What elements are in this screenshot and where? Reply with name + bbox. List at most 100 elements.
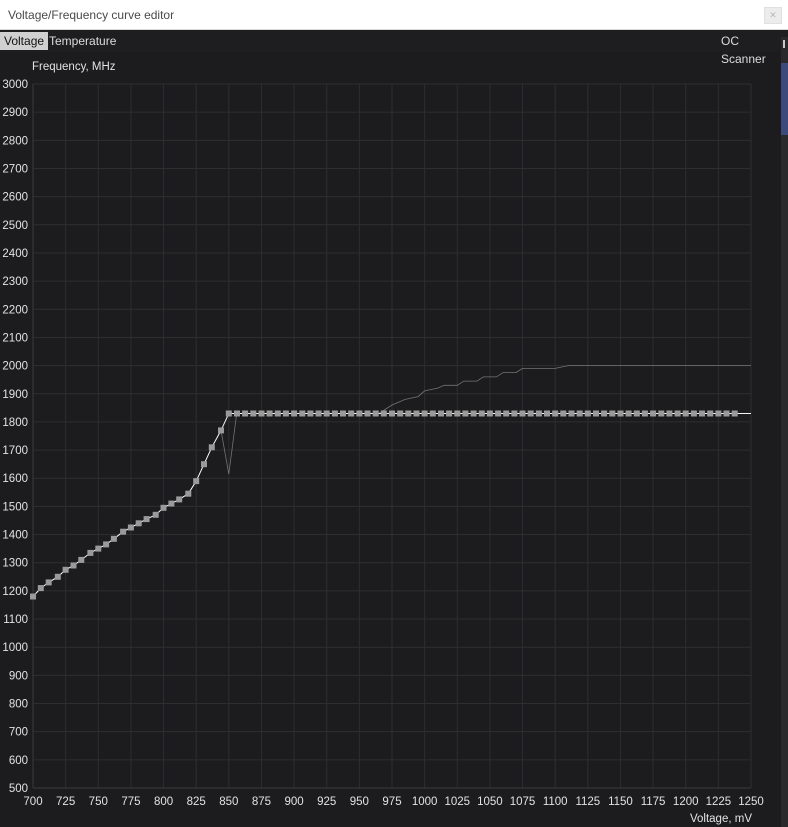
curve-point-handle[interactable] — [511, 410, 518, 417]
curve-point-handle[interactable] — [486, 410, 493, 417]
curve-point-handle[interactable] — [291, 410, 298, 417]
curve-point-handle[interactable] — [682, 410, 689, 417]
curve-point-handle[interactable] — [429, 410, 436, 417]
curve-point-handle[interactable] — [470, 410, 477, 417]
curve-point-handle[interactable] — [690, 410, 697, 417]
curve-point-handle[interactable] — [307, 410, 314, 417]
curve-point-handle[interactable] — [110, 535, 117, 542]
curve-point-handle[interactable] — [87, 549, 94, 556]
x-tick-label: 1225 — [706, 796, 732, 808]
curve-point-handle[interactable] — [315, 410, 322, 417]
curve-point-handle[interactable] — [372, 410, 379, 417]
curve-point-handle[interactable] — [234, 410, 240, 417]
scroll-marker-icon — [783, 40, 785, 48]
curve-point-handle[interactable] — [266, 410, 273, 417]
curve-point-handle[interactable] — [413, 410, 420, 417]
curve-point-handle[interactable] — [601, 410, 608, 417]
curve-point-handle[interactable] — [274, 410, 281, 417]
curve-point-handle[interactable] — [225, 410, 232, 417]
curve-point-handle[interactable] — [364, 410, 371, 417]
curve-point-handle[interactable] — [389, 410, 395, 417]
curve-point-handle[interactable] — [299, 410, 306, 417]
curve-point-handle[interactable] — [143, 516, 150, 523]
oc-scanner-button[interactable]: OC Scanner — [717, 32, 788, 66]
curve-point-handle[interactable] — [544, 410, 550, 417]
curve-point-handle[interactable] — [168, 500, 175, 507]
curve-point-handle[interactable] — [609, 410, 616, 417]
curve-point-handle[interactable] — [584, 410, 591, 417]
curve-point-handle[interactable] — [633, 410, 640, 417]
curve-point-handle[interactable] — [78, 556, 85, 563]
curve-point-handle[interactable] — [185, 490, 192, 497]
curve-point-handle[interactable] — [405, 410, 412, 417]
curve-point-handle[interactable] — [699, 410, 705, 417]
curve-point-handle[interactable] — [438, 410, 444, 417]
curve-point-handle[interactable] — [331, 410, 338, 417]
curve-point-handle[interactable] — [152, 511, 159, 518]
curve-point-handle[interactable] — [446, 410, 453, 417]
curve-point-handle[interactable] — [650, 410, 657, 417]
curve-point-handle[interactable] — [208, 444, 215, 451]
vf-curve-chart[interactable]: Frequency, MHz Voltage, mV 500 600 700 800 9… — [0, 52, 780, 827]
curve-point-handle[interactable] — [568, 410, 575, 417]
curve-point-handle[interactable] — [201, 461, 207, 468]
curve-point-handle[interactable] — [340, 410, 346, 417]
curve-point-handle[interactable] — [45, 579, 52, 586]
curve-point-handle[interactable] — [462, 410, 469, 417]
curve-point-handle[interactable] — [258, 410, 265, 417]
curve-point-handle[interactable] — [37, 585, 44, 592]
curve-point-handle[interactable] — [95, 545, 102, 552]
curve-point-handle[interactable] — [380, 410, 387, 417]
curve-point-handle[interactable] — [160, 504, 167, 511]
curve-point-handle[interactable] — [625, 410, 632, 417]
curve-point-handle[interactable] — [519, 410, 526, 417]
curve-point-handle[interactable] — [218, 427, 224, 434]
curve-point-handle[interactable] — [421, 410, 428, 417]
curve-point-handle[interactable] — [576, 410, 583, 417]
curve-point-handle[interactable] — [103, 541, 110, 548]
curve-point-handle[interactable] — [454, 410, 461, 417]
curve-point-handle[interactable] — [666, 410, 673, 417]
tab-temperature[interactable]: Temperature — [45, 32, 120, 50]
curve-point-handle[interactable] — [70, 562, 77, 569]
curve-point-handle[interactable] — [193, 478, 200, 485]
curve-point-handle[interactable] — [707, 410, 714, 417]
curve-point-handle[interactable] — [560, 410, 567, 417]
curve-points[interactable] — [30, 410, 738, 600]
curve-point-handle[interactable] — [527, 410, 534, 417]
x-tick-label: 950 — [350, 796, 369, 808]
curve-point-handle[interactable] — [62, 566, 69, 573]
curve-point-handle[interactable] — [250, 410, 257, 417]
tab-voltage[interactable]: Voltage — [0, 32, 49, 50]
curve-point-handle[interactable] — [641, 410, 648, 417]
curve-point-handle[interactable] — [176, 496, 183, 503]
curve-point-handle[interactable] — [593, 410, 599, 417]
x-tick-label: 700 — [23, 796, 42, 808]
curve-point-handle[interactable] — [348, 410, 355, 417]
curve-point-handle[interactable] — [503, 410, 510, 417]
curve-point-handle[interactable] — [356, 410, 363, 417]
curve-point-handle[interactable] — [135, 520, 142, 527]
curve-point-handle[interactable] — [127, 524, 134, 531]
curve-point-handle[interactable] — [282, 410, 289, 417]
curve-point-handle[interactable] — [552, 410, 559, 417]
curve-point-handle[interactable] — [535, 410, 542, 417]
curve-point-handle[interactable] — [674, 410, 681, 417]
curve-point-handle[interactable] — [478, 410, 485, 417]
curve-point-handle[interactable] — [731, 410, 738, 417]
tab-bar: Voltage Temperature OC Scanner — [0, 30, 788, 66]
curve-point-handle[interactable] — [242, 410, 249, 417]
curve-point-handle[interactable] — [54, 573, 61, 580]
curve-point-handle[interactable] — [715, 410, 722, 417]
close-icon[interactable]: ✕ — [764, 7, 782, 24]
curve-point-handle[interactable] — [658, 410, 665, 417]
curve-point-handle[interactable] — [323, 410, 330, 417]
curve-point-handle[interactable] — [397, 410, 404, 417]
vertical-scrollbar[interactable] — [781, 37, 788, 827]
curve-point-handle[interactable] — [495, 410, 502, 417]
curve-point-handle[interactable] — [723, 410, 730, 417]
curve-point-handle[interactable] — [617, 410, 624, 417]
scrollbar-thumb[interactable] — [781, 63, 788, 135]
curve-point-handle[interactable] — [30, 593, 36, 600]
curve-point-handle[interactable] — [120, 528, 127, 535]
